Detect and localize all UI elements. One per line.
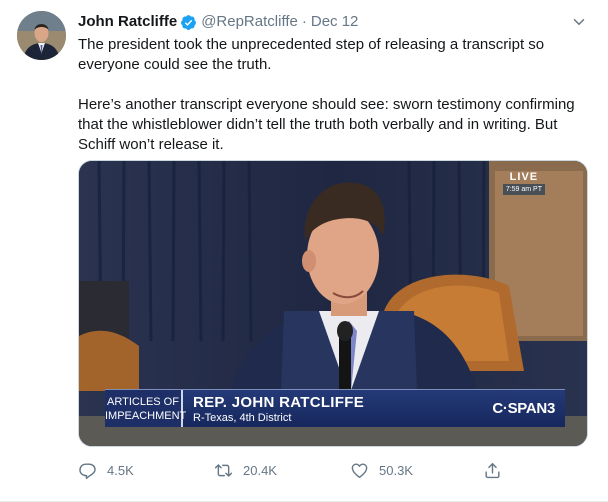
live-label: LIVE [509, 171, 539, 183]
tweet-paragraph: The president took the unprecedented ste… [78, 36, 545, 73]
action-bar: 4.5K 20.4K 50.3K [78, 458, 518, 482]
reply-button[interactable]: 4.5K [78, 458, 134, 482]
live-indicator: LIVE 7:59 am PT [502, 171, 545, 195]
like-icon [351, 462, 368, 478]
tweet-text: The president took the unprecedented ste… [78, 35, 590, 155]
retweet-count: 20.4K [243, 462, 277, 478]
like-count: 50.3K [379, 462, 413, 478]
retweet-icon [214, 463, 233, 477]
retweet-button[interactable]: 20.4K [214, 458, 277, 482]
reply-icon [79, 462, 96, 479]
lower-third-caption: ARTICLES OF IMPEACHMENT REP. JOHN RATCLI… [105, 389, 565, 427]
video-player[interactable]: LIVE 7:59 am PT ARTICLES OF IMPEACHMENT … [78, 160, 588, 447]
share-button[interactable] [483, 458, 512, 482]
tweet-header: John Ratcliffe @RepRatcliffe · Dec 12 [78, 12, 358, 32]
live-time: 7:59 am PT [502, 184, 545, 195]
caption-section: ARTICLES OF IMPEACHMENT [105, 390, 187, 427]
tweet-card[interactable]: John Ratcliffe @RepRatcliffe · Dec 12 Th… [0, 0, 608, 502]
caption-section-line: IMPEACHMENT [105, 410, 187, 422]
like-button[interactable]: 50.3K [350, 458, 413, 482]
avatar[interactable] [17, 11, 66, 60]
chevron-down-icon[interactable] [570, 13, 588, 31]
network-logo: C·SPAN3 [492, 400, 555, 417]
verified-badge-icon [181, 14, 197, 30]
header-separator: · [301, 13, 307, 30]
author-handle[interactable]: @RepRatcliffe [201, 12, 298, 32]
reply-count: 4.5K [107, 462, 134, 478]
author-name[interactable]: John Ratcliffe [78, 12, 177, 32]
caption-section-line: ARTICLES OF [107, 396, 179, 408]
share-icon [485, 462, 500, 478]
tweet-paragraph: Here’s another transcript everyone shoul… [78, 96, 575, 153]
tweet-date[interactable]: Dec 12 [311, 12, 359, 32]
